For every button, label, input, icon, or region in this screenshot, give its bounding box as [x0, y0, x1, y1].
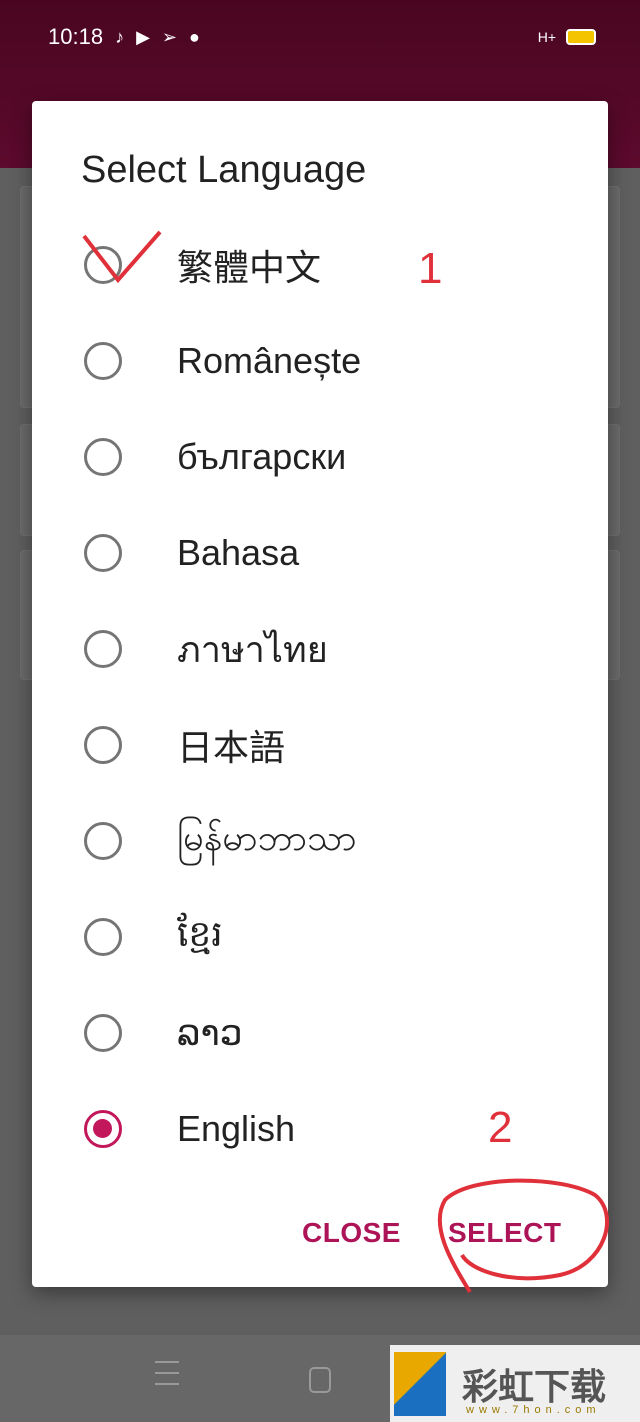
youtube-icon: ▶: [136, 26, 150, 47]
language-option[interactable]: български: [32, 409, 608, 505]
language-option[interactable]: ລາວ: [32, 985, 608, 1081]
status-bar: 10:18 ♪ ▶ ➢ ● H+: [48, 22, 596, 52]
radio-button[interactable]: [84, 822, 122, 860]
home-button[interactable]: [309, 1367, 331, 1393]
battery-icon: [566, 29, 596, 45]
language-option[interactable]: Românește: [32, 313, 608, 409]
language-label: 日本語: [177, 727, 286, 768]
watermark-logo: [394, 1351, 446, 1416]
watermark-url: www.7hon.com: [466, 1404, 601, 1416]
watermark: 彩虹下载 www.7hon.com: [390, 1345, 640, 1422]
annotation-step-2: 2: [488, 1103, 513, 1152]
dot-icon: ●: [189, 26, 200, 47]
send-icon: ➢: [161, 26, 177, 47]
tiktok-icon: ♪: [115, 26, 125, 47]
radio-button[interactable]: [84, 438, 122, 476]
radio-button[interactable]: [84, 534, 122, 572]
radio-button[interactable]: [84, 1014, 122, 1052]
language-label: ภาษาไทย: [177, 628, 328, 670]
language-label: български: [177, 436, 347, 477]
language-label: Bahasa: [177, 532, 300, 573]
recent-apps-button[interactable]: [155, 1361, 179, 1385]
language-option[interactable]: 繁體中文: [32, 217, 608, 313]
language-option[interactable]: မြန်မာဘာသာ: [32, 793, 608, 889]
annotation-step-1: 1: [418, 244, 443, 293]
radio-button[interactable]: [84, 630, 122, 668]
language-dialog: Select Language 繁體中文 Românește български Ba…: [32, 101, 608, 1287]
radio-button[interactable]: [84, 726, 122, 764]
language-label: Românește: [177, 340, 362, 381]
radio-button[interactable]: [84, 918, 122, 956]
clock: 10:18: [48, 24, 104, 49]
radio-button[interactable]: [84, 246, 122, 284]
signal-icon: H+: [537, 29, 556, 45]
select-button[interactable]: SELECT: [448, 1217, 561, 1249]
language-option[interactable]: 日本語: [32, 697, 608, 793]
dialog-title: Select Language: [81, 149, 367, 191]
close-button[interactable]: CLOSE: [302, 1217, 401, 1249]
language-label: 繁體中文: [177, 247, 322, 288]
watermark-text: 彩虹下载: [462, 1365, 607, 1407]
radio-button[interactable]: [84, 1110, 122, 1148]
language-label: English: [177, 1108, 296, 1149]
language-option[interactable]: ខ្មែរ: [32, 889, 608, 985]
radio-button[interactable]: [84, 342, 122, 380]
language-option[interactable]: ภาษาไทย: [32, 601, 608, 697]
language-label: မြန်မာဘာသာ: [177, 817, 357, 858]
language-label: ລາວ: [177, 1012, 243, 1053]
language-option[interactable]: English: [32, 1081, 608, 1177]
language-label: ខ្មែរ: [177, 912, 223, 954]
language-option[interactable]: Bahasa: [32, 505, 608, 601]
